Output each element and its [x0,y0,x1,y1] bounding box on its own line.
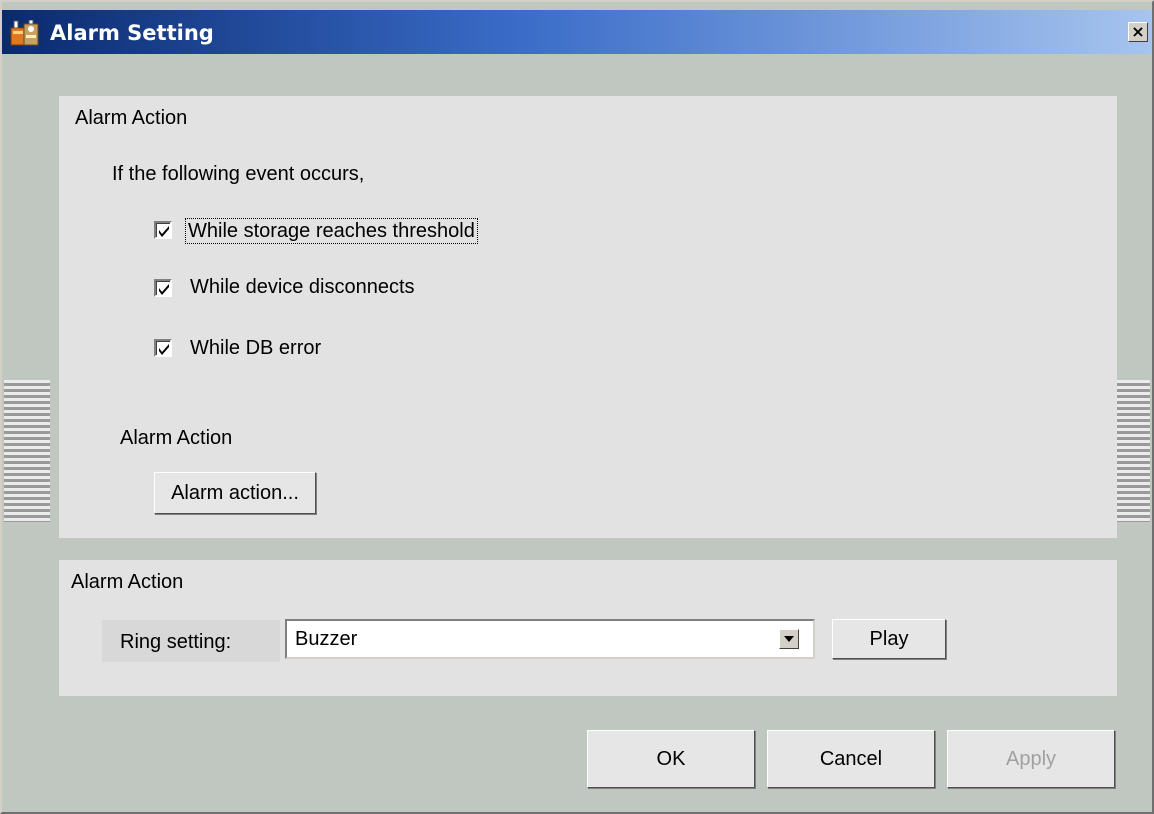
alarm-action-label: Alarm Action [120,427,233,449]
ok-button[interactable]: OK [587,730,755,788]
apply-button[interactable]: Apply [947,730,1115,788]
checkmark-icon [159,226,169,237]
app-settings-icon [10,19,40,46]
alarm-action-button[interactable]: Alarm action... [154,472,316,514]
play-button[interactable]: Play [832,619,946,659]
close-icon: × [1131,22,1145,41]
alarm-setting-dialog: Alarm Setting × Alarm Action If the foll… [0,0,1154,814]
event-section-title: Alarm Action [75,107,188,129]
device-disconnects-checkbox[interactable] [154,279,172,297]
ring-setting-value: Buzzer [295,628,358,650]
checkmark-icon [159,344,169,355]
apply-button-label: Apply [1005,748,1057,770]
left-resize-grip[interactable] [4,380,50,522]
db-error-checkbox[interactable] [154,339,172,357]
dropdown-button[interactable] [779,629,799,649]
ok-button-label: OK [656,748,686,770]
db-error-label[interactable]: While DB error [190,336,321,360]
checkmark-icon [159,284,169,295]
ring-section-title: Alarm Action [71,571,184,593]
chevron-down-icon [784,636,794,642]
ring-setting-label: Ring setting: [120,631,232,653]
cancel-button-label: Cancel [819,748,883,770]
ring-setting-select[interactable]: Buzzer [285,619,815,659]
event-intro-text: If the following event occurs, [112,163,365,185]
window-title: Alarm Setting [50,21,214,45]
play-button-label: Play [869,628,909,650]
cancel-button[interactable]: Cancel [767,730,935,788]
title-bar[interactable]: Alarm Setting × [2,10,1152,54]
close-button[interactable]: × [1128,22,1148,42]
alarm-action-button-label: Alarm action... [171,482,299,504]
storage-threshold-checkbox[interactable] [154,221,172,239]
device-disconnects-label[interactable]: While device disconnects [190,275,415,299]
storage-threshold-label[interactable]: While storage reaches threshold [185,218,478,244]
